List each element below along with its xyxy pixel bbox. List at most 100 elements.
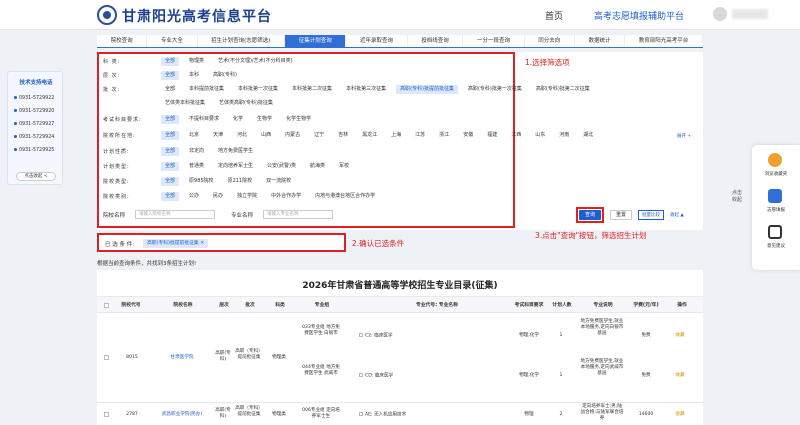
tab-item[interactable]: 院校查询 xyxy=(97,35,148,47)
school-name-link[interactable]: 甘肃医学院 xyxy=(152,355,212,361)
filter-option[interactable]: 安徽 xyxy=(459,131,477,140)
school-name-input[interactable]: 请输入院校名称 xyxy=(135,210,215,219)
tab-item[interactable]: 招生计划查询(志愿筛选) xyxy=(198,35,286,47)
major-cell[interactable]: CD: 临床医学 xyxy=(359,373,449,380)
qr-code-icon[interactable] xyxy=(768,225,782,239)
filter-option[interactable]: 湖北 xyxy=(579,131,597,140)
home-link[interactable]: 首页 xyxy=(545,9,563,22)
filter-option[interactable]: 全部 xyxy=(161,85,179,94)
tab-item[interactable]: 投档线查询 xyxy=(408,35,464,47)
filter-option[interactable]: 地方免费医学生 xyxy=(214,147,257,156)
feedback-label[interactable]: 意见建议 xyxy=(752,243,800,249)
favorite-link[interactable]: 收藏 xyxy=(665,333,695,339)
school-name-link[interactable]: 武昌职业学院(民办) xyxy=(152,412,212,418)
filter-option[interactable]: 双一流院校 xyxy=(262,177,295,186)
filter-option[interactable]: 全部 xyxy=(161,57,180,66)
filter-option[interactable]: 吉林 xyxy=(334,131,352,140)
filter-option[interactable]: 内蒙古 xyxy=(281,131,304,140)
filter-option[interactable]: 本科提前批征集 xyxy=(185,85,228,94)
filter-option[interactable]: 全部 xyxy=(161,71,180,80)
filter-option[interactable]: 全部 xyxy=(161,131,180,140)
filter-option[interactable]: 普通类 xyxy=(185,162,208,171)
filter-option[interactable]: 辽宁 xyxy=(310,131,328,140)
filter-option[interactable]: 本科 xyxy=(185,71,203,80)
tab-item[interactable]: 教育部阳光高考平台 xyxy=(625,35,703,47)
filter-option[interactable]: 航海类 xyxy=(306,162,329,171)
filter-option[interactable]: 艺体类本科批征集 xyxy=(161,99,209,108)
filter-option[interactable]: 山东 xyxy=(531,131,549,140)
filter-option[interactable]: 全部 xyxy=(161,192,180,201)
filter-option[interactable]: 全部 xyxy=(161,177,180,186)
filter-option[interactable]: 化学 xyxy=(229,115,247,124)
filter-option[interactable]: 原211院校 xyxy=(224,177,257,186)
tab-item[interactable]: 近年录取查询 xyxy=(346,35,408,47)
tab-item[interactable]: 数据统计 xyxy=(575,35,626,47)
filter-option[interactable]: 山西 xyxy=(257,131,275,140)
tab-item[interactable]: 一分一段查询 xyxy=(463,35,525,47)
filter-option[interactable]: 艺术(不分文理)/艺术(不分科目类) xyxy=(214,57,297,66)
user-name-blurred[interactable] xyxy=(732,9,768,19)
filter-option[interactable]: 全部 xyxy=(161,147,180,156)
site-title[interactable]: 甘肃阳光高考信息平台 xyxy=(122,6,272,26)
major-checkbox[interactable] xyxy=(359,412,363,416)
row-checkbox[interactable] xyxy=(104,355,109,360)
filter-option[interactable]: 定向培养军士生 xyxy=(214,162,257,171)
batch-compare-button[interactable]: 批量比较 xyxy=(638,210,664,220)
filter-option[interactable]: 全部 xyxy=(161,115,180,124)
filter-option[interactable]: 民办 xyxy=(209,192,227,201)
filter-option[interactable]: 生物学 xyxy=(253,115,276,124)
filter-option[interactable]: 高职(专科) xyxy=(209,71,241,80)
filter-option[interactable]: 物理类 xyxy=(185,57,208,66)
filter-option[interactable]: 上海 xyxy=(387,131,405,140)
major-checkbox[interactable] xyxy=(359,333,363,337)
filter-option[interactable]: 浙江 xyxy=(435,131,453,140)
assist-platform-link[interactable]: 高考志愿填报辅助平台 xyxy=(594,9,684,22)
filter-option[interactable]: 独立学院 xyxy=(233,192,261,201)
selected-chip[interactable]: 高职(专科)批提前批征集 ✕ xyxy=(143,239,209,248)
filter-option[interactable]: 高职(专科)批第二次征集 xyxy=(532,85,594,94)
query-button[interactable]: 查询 xyxy=(579,210,601,220)
support-collapse-button[interactable]: 点击收起 < xyxy=(16,172,56,181)
select-all-checkbox[interactable] xyxy=(104,303,109,308)
filter-option[interactable]: 河南 xyxy=(555,131,573,140)
filter-option[interactable]: 本科批第一次征集 xyxy=(234,85,282,94)
filter-option[interactable]: 江西 xyxy=(507,131,525,140)
filter-option[interactable]: 江苏 xyxy=(411,131,429,140)
favorites-icon[interactable] xyxy=(768,153,782,167)
favorite-link[interactable]: 收藏 xyxy=(665,412,695,418)
row-checkbox[interactable] xyxy=(104,412,109,417)
filter-option[interactable]: 艺体类高职(专科)批征集 xyxy=(215,99,277,108)
filter-option[interactable]: 全部 xyxy=(161,162,180,171)
filter-option[interactable]: 本科批第三次征集 xyxy=(342,85,390,94)
filter-option[interactable]: 黑龙江 xyxy=(358,131,381,140)
tab-item[interactable]: 专业大全 xyxy=(147,35,198,47)
filter-option[interactable]: 高职(专科)批提前批征集 xyxy=(396,85,458,94)
filter-option[interactable]: 高职(专科)批第一次征集 xyxy=(464,85,526,94)
filter-option[interactable]: 北京 xyxy=(185,131,203,140)
filter-option[interactable]: 天津 xyxy=(209,131,227,140)
major-cell[interactable]: AE: 无人机应用技术 xyxy=(359,412,449,419)
filter-option[interactable]: 公安(武警)类 xyxy=(263,162,300,171)
filter-option[interactable]: 本科批第二次征集 xyxy=(288,85,336,94)
side-collapse-toggle[interactable]: 点击收起 xyxy=(732,190,742,204)
favorites-label[interactable]: 浏览收藏夹 xyxy=(752,171,800,177)
filter-option[interactable]: 军校 xyxy=(335,162,353,171)
filter-option[interactable]: 化学生物学 xyxy=(282,115,315,124)
filter-option[interactable]: 公办 xyxy=(185,192,203,201)
filter-option[interactable]: 内地与港澳台地区合作办学 xyxy=(311,192,379,201)
filter-option[interactable]: 原985院校 xyxy=(185,177,218,186)
fill-label[interactable]: 志愿填报 xyxy=(752,207,800,213)
tab-item[interactable]: 征集计划查询 xyxy=(285,35,347,47)
filter-option[interactable]: 非定向 xyxy=(185,147,208,156)
major-name-input[interactable]: 请输入专业名称 xyxy=(263,210,333,219)
filter-option[interactable]: 不提科目要求 xyxy=(185,115,223,124)
avatar[interactable] xyxy=(713,7,727,21)
form-icon[interactable] xyxy=(768,189,782,203)
reset-button[interactable]: 重置 xyxy=(610,210,632,220)
fold-link[interactable]: 收起 ▲ xyxy=(670,212,684,218)
filter-option[interactable]: 河北 xyxy=(233,131,251,140)
major-cell[interactable]: C2: 临床医学 xyxy=(359,333,449,340)
tab-item[interactable]: 同分去向 xyxy=(525,35,575,47)
filter-option[interactable]: 中外合作办学 xyxy=(267,192,305,201)
site-logo-icon[interactable] xyxy=(97,5,117,25)
